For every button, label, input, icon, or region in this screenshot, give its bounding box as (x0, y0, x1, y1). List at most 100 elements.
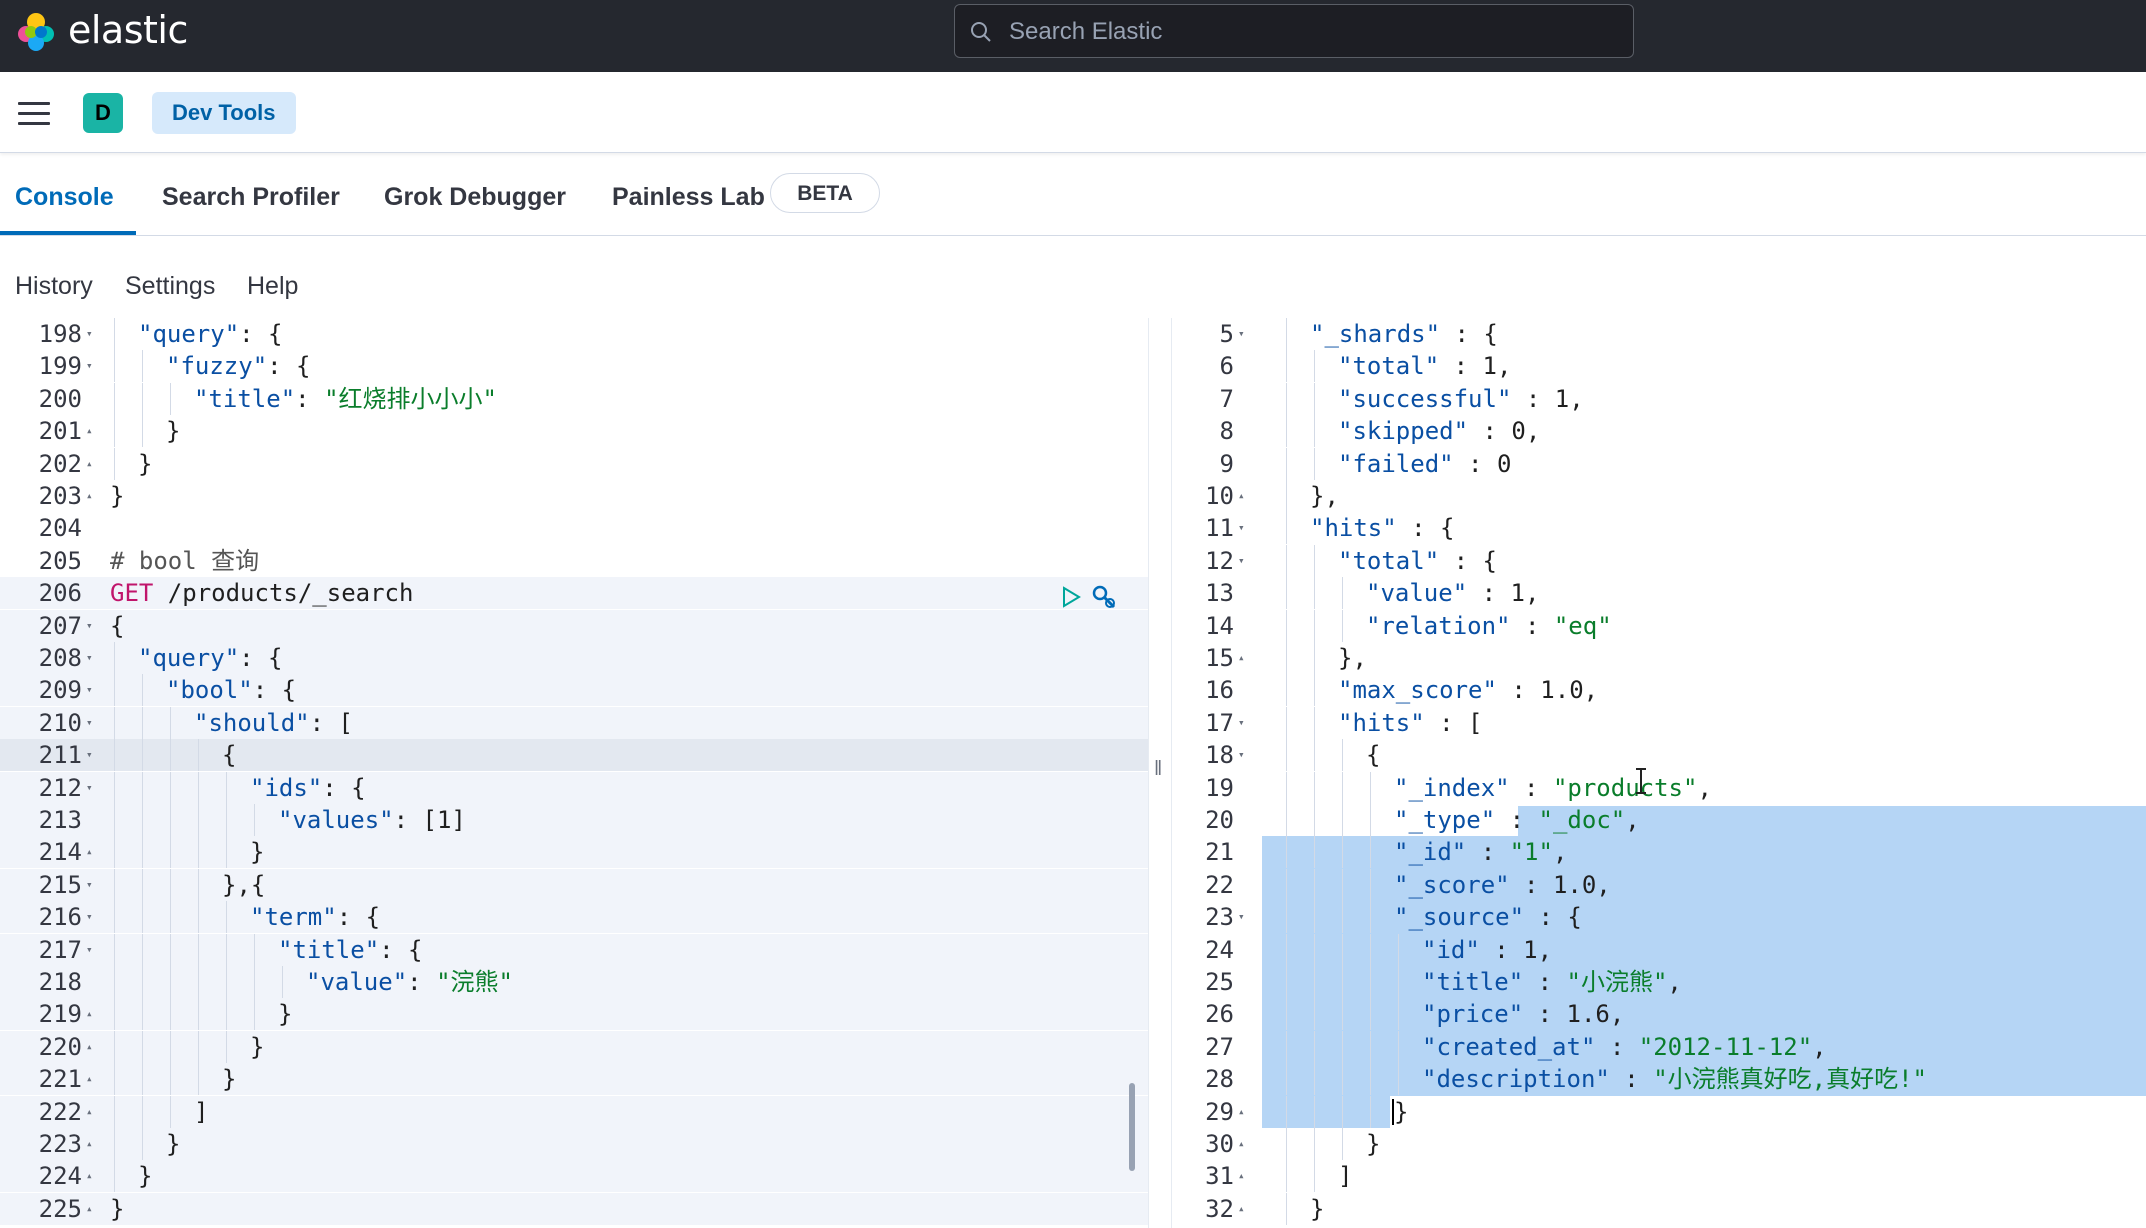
indent-guide (114, 836, 115, 869)
response-viewer[interactable]: 5 ▾ "_shards" : {6 "total" : 1, 7 "successful… (1170, 318, 2146, 1228)
indent-guide (1314, 350, 1315, 383)
unfold-arrow-icon[interactable]: ▴ (86, 836, 93, 868)
response-line: 24 "id" : 1, (1170, 933, 2146, 966)
indent-guide (1342, 966, 1343, 998)
unfold-arrow-icon[interactable]: ▴ (86, 1063, 93, 1095)
code-text: ] (1338, 1162, 1353, 1191)
wrench-icon[interactable] (1090, 583, 1118, 611)
fold-arrow-icon[interactable]: ▾ (1238, 739, 1245, 771)
elastic-logo-icon[interactable] (14, 10, 58, 54)
unfold-arrow-icon[interactable]: ▴ (86, 1160, 93, 1192)
request-line: 198 ▾ "query": { (0, 318, 1148, 350)
request-line: 204 (0, 512, 1148, 544)
indent-guide (198, 933, 199, 966)
code-text: "description" : "小浣熊真好吃,真好吃!" (1422, 1065, 1927, 1094)
indent-guide (1314, 674, 1315, 707)
settings-link[interactable]: Settings (125, 272, 215, 301)
indent-guide (198, 966, 199, 998)
request-line: 211 ▾ { (0, 739, 1148, 772)
request-line: 216 ▾ "term": { (0, 901, 1148, 934)
unfold-arrow-icon[interactable]: ▴ (1238, 1160, 1245, 1192)
indent-guide (226, 933, 227, 966)
unfold-arrow-icon[interactable]: ▴ (1238, 1128, 1245, 1160)
indent-guide (1398, 1063, 1399, 1096)
indent-guide (226, 966, 227, 998)
request-scrollbar[interactable] (1129, 1083, 1135, 1171)
request-editor[interactable]: 198 ▾ "query": {199 ▾ "fuzzy": {200 "title": … (0, 318, 1148, 1228)
global-search[interactable] (954, 4, 1634, 58)
unfold-arrow-icon[interactable]: ▴ (86, 1096, 93, 1128)
indent-guide (1286, 350, 1287, 383)
fold-arrow-icon[interactable]: ▾ (86, 707, 93, 739)
tab-search-profiler[interactable]: Search Profiler (162, 153, 340, 235)
indent-guide (1370, 868, 1371, 901)
response-line: 27 "created_at" : "2012-11-12", (1170, 1030, 2146, 1063)
unfold-arrow-icon[interactable]: ▴ (86, 415, 93, 447)
indent-guide (226, 901, 227, 934)
fold-arrow-icon[interactable]: ▾ (86, 901, 93, 933)
fold-arrow-icon[interactable]: ▾ (86, 318, 93, 350)
unfold-arrow-icon[interactable]: ▴ (86, 998, 93, 1030)
fold-arrow-icon[interactable]: ▾ (86, 350, 93, 382)
play-icon[interactable] (1060, 586, 1082, 608)
request-line: 222 ▴] (0, 1095, 1148, 1128)
fold-arrow-icon[interactable]: ▾ (86, 642, 93, 674)
indent-guide (1370, 804, 1371, 836)
drag-handle-icon[interactable]: ‖ (1154, 758, 1162, 781)
fold-arrow-icon[interactable]: ▾ (86, 610, 93, 642)
fold-arrow-icon[interactable]: ▾ (86, 934, 93, 966)
indent-guide (1342, 933, 1343, 966)
indent-guide (198, 771, 199, 804)
indent-guide (1314, 771, 1315, 804)
help-link[interactable]: Help (247, 272, 298, 301)
tab-console[interactable]: Console (15, 153, 114, 235)
code-text: { (1366, 741, 1381, 770)
line-number: 19 (1205, 773, 1234, 802)
indent-guide (1286, 480, 1287, 512)
unfold-arrow-icon[interactable]: ▴ (86, 1128, 93, 1160)
unfold-arrow-icon[interactable]: ▴ (1238, 1096, 1245, 1128)
fold-arrow-icon[interactable]: ▾ (1238, 545, 1245, 577)
code-text: } (138, 1162, 153, 1191)
code-text: } (138, 449, 153, 478)
fold-arrow-icon[interactable]: ▾ (1238, 318, 1245, 350)
code-text: }, (1310, 482, 1339, 510)
history-link[interactable]: History (15, 272, 93, 301)
fold-arrow-icon[interactable]: ▾ (86, 869, 93, 901)
unfold-arrow-icon[interactable]: ▴ (1238, 642, 1245, 674)
unfold-arrow-icon[interactable]: ▴ (1238, 480, 1245, 512)
line-number: 20 (1205, 806, 1234, 834)
tab-grok-debugger[interactable]: Grok Debugger (384, 153, 566, 235)
fold-arrow-icon[interactable]: ▾ (86, 772, 93, 804)
indent-guide (1370, 1030, 1371, 1063)
line-number: 220 (38, 1032, 82, 1061)
brand-name[interactable]: elastic (68, 8, 188, 52)
tab-painless-lab[interactable]: Painless Lab (612, 153, 765, 235)
fold-arrow-icon[interactable]: ▾ (1238, 901, 1245, 933)
breadcrumb[interactable]: Dev Tools (152, 92, 296, 134)
indent-guide (1342, 1095, 1343, 1128)
unfold-arrow-icon[interactable]: ▴ (86, 480, 93, 512)
unfold-arrow-icon[interactable]: ▴ (86, 1031, 93, 1063)
indent-guide (1286, 966, 1287, 998)
unfold-arrow-icon[interactable]: ▴ (1238, 1193, 1245, 1225)
code-text: "id" : 1, (1422, 935, 1553, 964)
indent-guide (1314, 642, 1315, 674)
search-input[interactable] (1007, 13, 1611, 51)
menu-icon[interactable] (18, 102, 50, 125)
response-line: 23 ▾ "_source" : { (1170, 901, 2146, 934)
fold-arrow-icon[interactable]: ▾ (86, 674, 93, 706)
code-text: } (278, 1000, 293, 1029)
request-line: 200 "title": "红烧排小小小" (0, 382, 1148, 415)
indent-guide (1314, 836, 1315, 869)
indent-guide (1314, 382, 1315, 415)
space-avatar[interactable]: D (83, 93, 123, 133)
fold-arrow-icon[interactable]: ▾ (1238, 707, 1245, 739)
fold-arrow-icon[interactable]: ▾ (1238, 512, 1245, 544)
pane-resizer[interactable]: ‖ (1148, 318, 1172, 1228)
unfold-arrow-icon[interactable]: ▴ (86, 448, 93, 480)
indent-guide (1286, 642, 1287, 674)
unfold-arrow-icon[interactable]: ▴ (86, 1193, 93, 1225)
fold-arrow-icon[interactable]: ▾ (86, 739, 93, 771)
line-number: 214 (38, 838, 82, 867)
